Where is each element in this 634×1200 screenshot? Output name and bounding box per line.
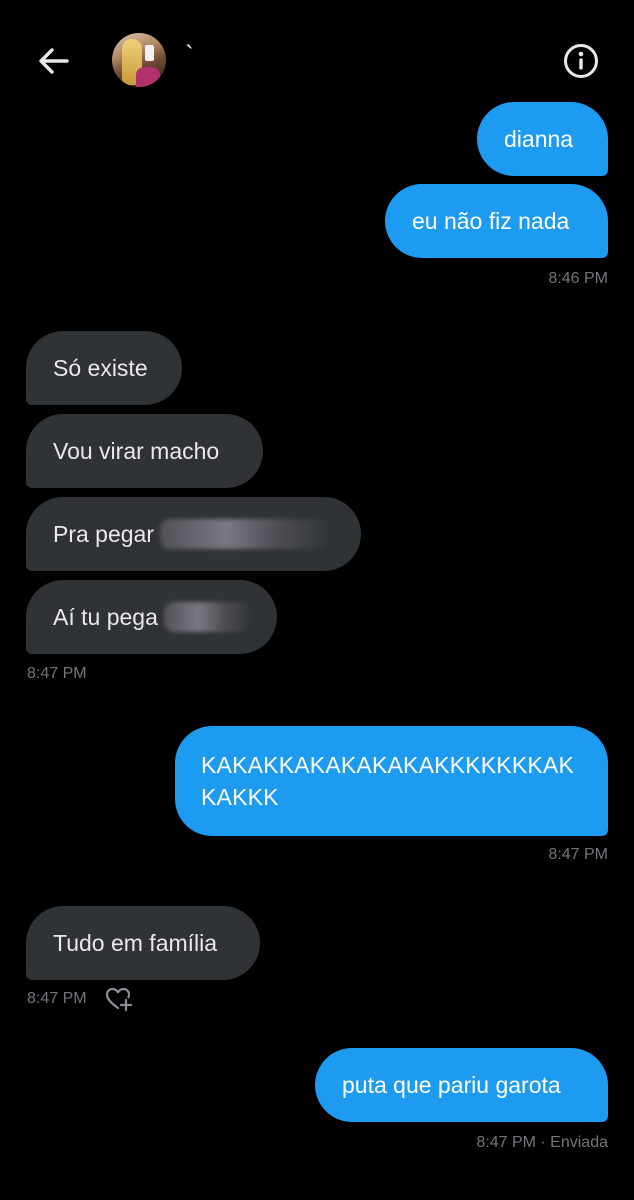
redacted-blur: [163, 602, 250, 632]
message-bubble-incoming[interactable]: Só existe: [26, 331, 182, 405]
back-button[interactable]: [30, 38, 76, 84]
message-text: Vou virar macho: [53, 437, 220, 464]
message-bubble-incoming[interactable]: Pra pegar: [26, 497, 361, 571]
message-text: Pra pegar: [53, 520, 155, 547]
message-text: Aí tu pega: [53, 603, 158, 630]
message-timestamp: 8:47 PM: [27, 990, 87, 1007]
avatar-dress: [136, 67, 160, 87]
arrow-left-icon: [39, 48, 69, 74]
message-text: Tudo em família: [53, 929, 218, 956]
message-text: puta que pariu garota: [342, 1071, 561, 1098]
message-bubble-outgoing[interactable]: puta que pariu garota: [315, 1048, 608, 1122]
message-bubble-outgoing[interactable]: KAKAKKAKAKAKAKAKKKKKKKAKKAKKK: [175, 726, 608, 836]
redacted-blur: [160, 519, 329, 549]
message-timestamp: 8:47 PM: [27, 665, 87, 682]
message-bubble-incoming[interactable]: Aí tu pega: [26, 580, 277, 654]
conversation-header: `: [0, 0, 634, 110]
message-text: dianna: [504, 125, 574, 152]
avatar-phone: [145, 45, 154, 61]
message-bubble-outgoing[interactable]: dianna: [477, 102, 608, 176]
contact-avatar[interactable]: [112, 33, 166, 87]
message-text: KAKAKKAKAKAKAKAKKKKKKKAKKAKKK: [201, 752, 574, 810]
message-timestamp: 8:47 PM · Enviada: [476, 1134, 608, 1151]
info-circle-icon: [564, 44, 598, 78]
message-bubble-incoming[interactable]: Vou virar macho: [26, 414, 263, 488]
message-timestamp: 8:47 PM: [548, 846, 608, 863]
contact-name[interactable]: `: [185, 40, 194, 71]
message-timestamp: 8:46 PM: [548, 270, 608, 287]
info-button[interactable]: [562, 42, 600, 80]
message-bubble-incoming[interactable]: Tudo em família: [26, 906, 260, 980]
message-bubble-outgoing[interactable]: eu não fiz nada: [385, 184, 608, 258]
message-text: Só existe: [53, 354, 148, 381]
heart-plus-icon[interactable]: [105, 986, 133, 1012]
message-text: eu não fiz nada: [412, 207, 570, 234]
